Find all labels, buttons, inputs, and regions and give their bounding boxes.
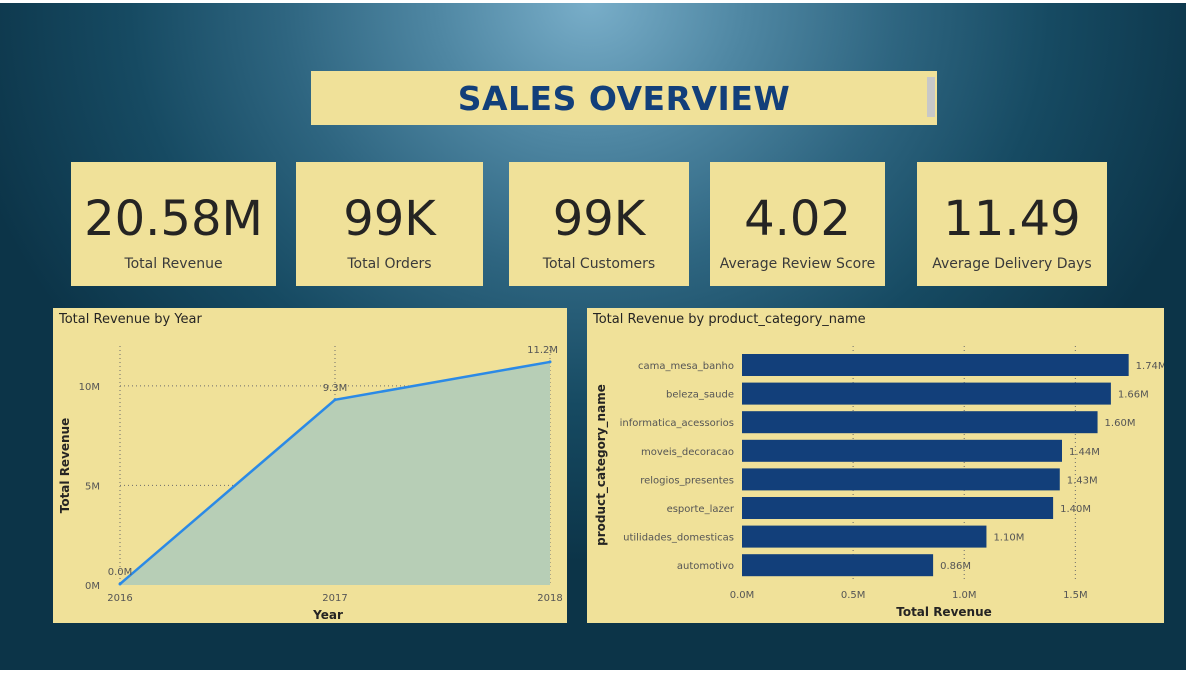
x-tick-label: 1.0M: [952, 590, 977, 601]
category-label: moveis_decoracao: [641, 447, 734, 458]
kpi-value: 99K: [552, 191, 646, 247]
kpi-label: Average Delivery Days: [932, 256, 1092, 272]
kpi-label: Total Orders: [347, 256, 432, 272]
category-label: informatica_acessorios: [620, 418, 734, 429]
kpi-value: 11.49: [943, 191, 1081, 247]
category-label: esporte_lazer: [667, 504, 735, 515]
bar: [742, 382, 1111, 405]
data-label: 1.74M: [1136, 361, 1164, 372]
y-tick-label: 10M: [79, 382, 100, 393]
revenue-by-year-chart[interactable]: 0M 5M 10M 0.0M 9.3M 11.2M 2016 2017 2018 Year Tota…: [53, 308, 567, 623]
bar: [742, 497, 1054, 519]
bar: [742, 439, 1062, 462]
y-axis-title: product_category_name: [594, 384, 609, 546]
bar: [742, 525, 987, 548]
revenue-by-category-chart[interactable]: 0.0M 0.5M 1.0M 1.5M cama_mesa_banho 1.74M bele…: [587, 308, 1164, 623]
bar: [742, 354, 1129, 376]
chart-title: Total Revenue by Year: [59, 312, 202, 327]
x-tick-label: 2017: [322, 593, 347, 604]
x-tick-label: 0.0M: [730, 590, 755, 601]
category-label: beleza_saude: [666, 390, 734, 401]
kpi-value: 20.58M: [84, 191, 263, 247]
kpi-label: Average Review Score: [719, 256, 876, 272]
revenue-area: [120, 361, 550, 585]
data-label: 1.43M: [1067, 475, 1098, 486]
y-axis-title: Total Revenue: [58, 418, 72, 514]
scrollbar[interactable]: [927, 77, 935, 117]
revenue-by-category-panel[interactable]: 0.0M 0.5M 1.0M 1.5M cama_mesa_banho 1.74M bele…: [587, 308, 1164, 623]
data-label: 11.2M: [527, 345, 558, 356]
revenue-by-year-panel[interactable]: 0M 5M 10M 0.0M 9.3M 11.2M 2016 2017 2018 Year Tota…: [53, 308, 567, 623]
data-label: 9.3M: [323, 383, 348, 394]
kpi-card-total-orders[interactable]: 99K Total Orders: [296, 162, 483, 286]
data-label: 0.86M: [940, 561, 971, 572]
x-tick-label: 2018: [537, 593, 562, 604]
x-tick-label: 1.5M: [1063, 590, 1088, 601]
x-tick-label: 0.5M: [841, 590, 866, 601]
kpi-card-total-revenue[interactable]: 20.58M Total Revenue: [71, 162, 276, 286]
kpi-card-average-delivery-days[interactable]: 11.49 Average Delivery Days: [917, 162, 1107, 286]
category-label: cama_mesa_banho: [638, 361, 734, 372]
kpi-value: 99K: [343, 191, 436, 247]
data-label: 1.60M: [1105, 418, 1136, 429]
kpi-label: Total Customers: [542, 256, 656, 272]
kpi-card-total-customers[interactable]: 99K Total Customers: [509, 162, 689, 286]
data-point: [548, 360, 552, 364]
data-label: 0.0M: [108, 567, 133, 578]
category-label: automotivo: [677, 561, 734, 572]
title-box: SALES OVERVIEW: [311, 71, 937, 125]
dashboard-canvas: SALES OVERVIEW 20.58M Total Revenue 99K …: [0, 3, 1186, 670]
category-label: relogios_presentes: [640, 475, 734, 486]
y-tick-label: 0M: [85, 581, 100, 592]
bar: [742, 554, 934, 577]
data-label: 1.44M: [1069, 447, 1100, 458]
x-axis-title: Year: [312, 608, 343, 622]
category-label: utilidades_domesticas: [623, 533, 734, 544]
page-title: SALES OVERVIEW: [457, 78, 791, 118]
x-tick-label: 2016: [107, 593, 132, 604]
bar: [742, 411, 1098, 434]
bar: [742, 468, 1060, 491]
data-point: [333, 398, 337, 402]
x-axis-title: Total Revenue: [896, 605, 992, 619]
kpi-card-average-review-score[interactable]: 4.02 Average Review Score: [710, 162, 885, 286]
kpi-label: Total Revenue: [124, 256, 223, 272]
chart-title: Total Revenue by product_category_name: [593, 312, 866, 327]
data-label: 1.66M: [1118, 390, 1149, 401]
kpi-value: 4.02: [744, 191, 851, 247]
data-label: 1.10M: [993, 533, 1024, 544]
data-label: 1.40M: [1060, 504, 1091, 515]
data-point: [118, 582, 122, 586]
y-tick-label: 5M: [85, 481, 100, 492]
